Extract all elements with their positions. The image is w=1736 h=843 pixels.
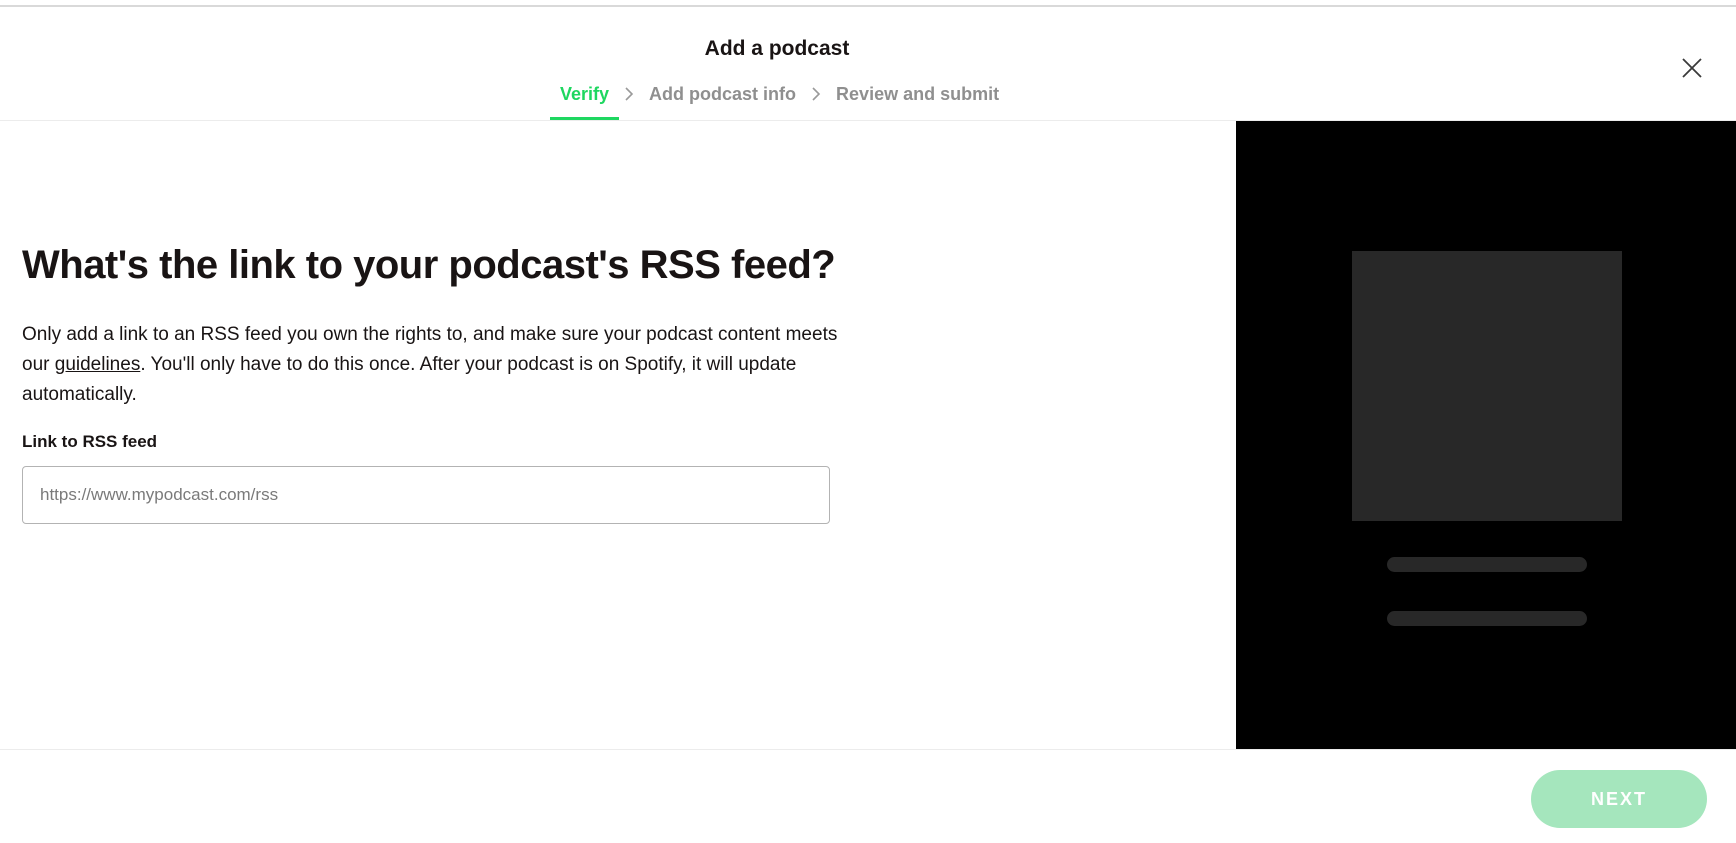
step-add-podcast-info[interactable]: Add podcast info: [639, 82, 806, 120]
close-icon: [1682, 58, 1702, 78]
guidelines-link[interactable]: guidelines: [55, 354, 141, 375]
rss-field-label: Link to RSS feed: [22, 432, 158, 451]
form-description: Only add a link to an RSS feed you own t…: [22, 320, 842, 410]
subtitle-placeholder-line: [1387, 611, 1587, 626]
rss-feed-input[interactable]: [22, 466, 830, 524]
page-title: Add a podcast: [704, 37, 850, 60]
title-placeholder-line: [1387, 557, 1587, 572]
modal-footer: NEXT: [0, 749, 1736, 843]
podcast-preview-panel: [1236, 121, 1736, 749]
add-podcast-page: Add a podcast Verify Add podcast info Re…: [0, 0, 1736, 843]
cover-art-placeholder: [1352, 251, 1622, 521]
form-heading: What's the link to your podcast's RSS fe…: [22, 243, 836, 287]
step-verify[interactable]: Verify: [550, 82, 620, 120]
modal-header: Add a podcast Verify Add podcast info Re…: [0, 7, 1736, 121]
step-review-and-submit[interactable]: Review and submit: [826, 82, 1009, 120]
chevron-right-icon: [619, 82, 639, 106]
chevron-right-icon: [806, 82, 826, 106]
step-navigation: Verify Add podcast info Review and submi…: [550, 82, 1009, 120]
close-button[interactable]: [1676, 52, 1708, 84]
form-pane: What's the link to your podcast's RSS fe…: [0, 121, 1236, 749]
next-button[interactable]: NEXT: [1531, 770, 1707, 828]
